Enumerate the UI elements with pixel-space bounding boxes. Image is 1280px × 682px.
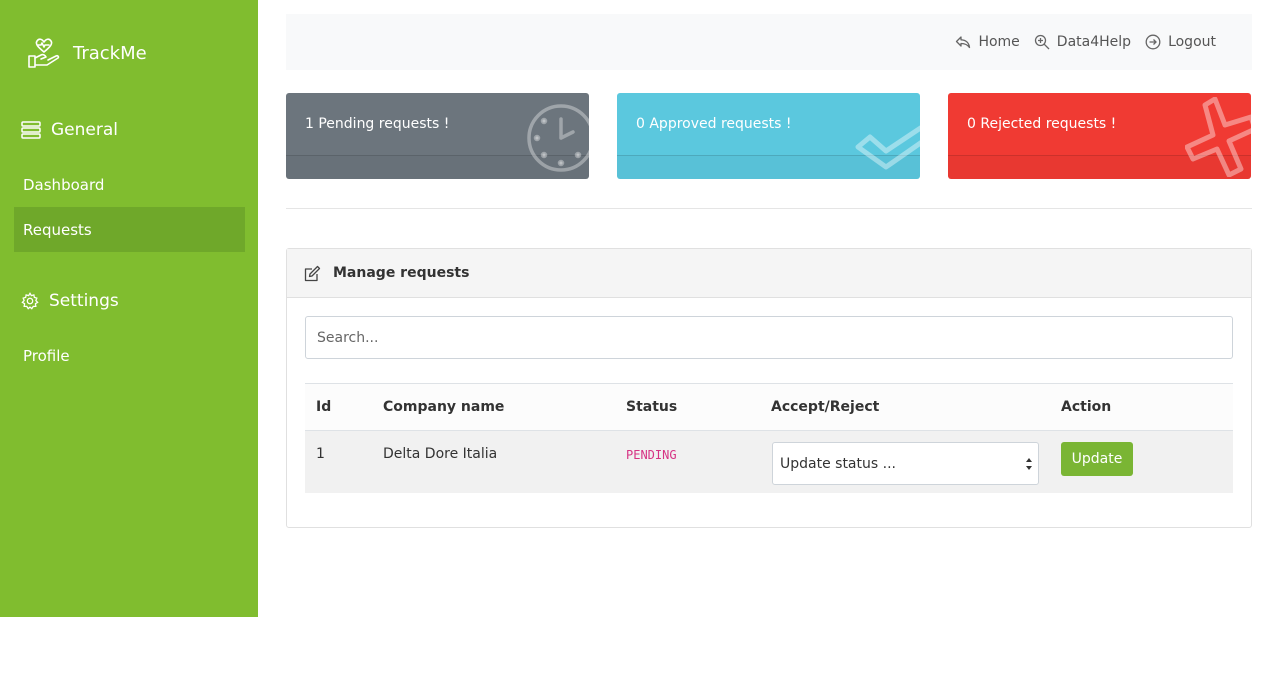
pending-requests-text: 1 Pending requests ! <box>305 116 450 132</box>
sidebar: TrackMe General Dashboard Requests Setti… <box>0 0 258 617</box>
card-title: Manage requests <box>333 265 470 281</box>
top-nav: Home Data4Help Logout <box>955 14 1216 70</box>
column-header-status: Status <box>626 399 678 415</box>
rejected-requests-card[interactable]: 0 Rejected requests ! <box>948 93 1251 179</box>
brand[interactable]: TrackMe <box>27 36 147 70</box>
cell-id: 1 <box>316 446 325 462</box>
sidebar-section-general: General <box>21 120 118 140</box>
checkmark-icon <box>855 125 920 170</box>
sidebar-section-general-label: General <box>51 120 118 140</box>
column-header-id: Id <box>316 399 332 415</box>
sidebar-item-label: Dashboard <box>23 175 105 194</box>
card-header: Manage requests <box>287 249 1251 298</box>
layers-icon <box>21 121 41 139</box>
logout-circle-arrow-icon <box>1145 34 1161 50</box>
zoom-in-icon <box>1034 34 1050 50</box>
search-input[interactable] <box>305 316 1233 359</box>
status-select[interactable]: Update status ... <box>772 442 1039 485</box>
nav-home[interactable]: Home <box>955 34 1020 50</box>
column-header-accept-reject: Accept/Reject <box>771 399 880 415</box>
cell-company-name: Delta Dore Italia <box>383 446 498 462</box>
sidebar-item-profile[interactable]: Profile <box>14 333 245 378</box>
column-header-action: Action <box>1061 399 1112 415</box>
rejected-requests-text: 0 Rejected requests ! <box>967 116 1117 132</box>
top-navbar: Home Data4Help Logout <box>286 14 1252 70</box>
table-row: 1 Delta Dore Italia PENDING Update statu… <box>305 430 1233 493</box>
cell-status: PENDING <box>626 448 677 462</box>
nav-data4help[interactable]: Data4Help <box>1034 34 1131 50</box>
edit-pencil-icon <box>304 265 321 281</box>
nav-logout-label: Logout <box>1168 34 1216 50</box>
select-arrows-icon <box>1026 458 1032 470</box>
gear-icon <box>21 292 39 310</box>
sidebar-item-label: Requests <box>23 220 92 239</box>
sidebar-item-requests[interactable]: Requests <box>14 207 245 252</box>
column-header-company: Company name <box>383 399 505 415</box>
nav-home-label: Home <box>978 34 1020 50</box>
cross-x-icon <box>1185 97 1251 177</box>
approved-requests-card[interactable]: 0 Approved requests ! <box>617 93 920 179</box>
sidebar-section-settings: Settings <box>21 291 119 311</box>
manage-requests-card: Manage requests Id Company name Status A… <box>286 248 1252 528</box>
nav-logout[interactable]: Logout <box>1145 34 1216 50</box>
sidebar-item-label: Profile <box>23 346 70 365</box>
pending-requests-card[interactable]: 1 Pending requests ! <box>286 93 589 179</box>
table-header: Id Company name Status Accept/Reject Act… <box>305 383 1233 430</box>
clock-icon <box>527 104 589 172</box>
update-button[interactable]: Update <box>1061 442 1133 476</box>
reply-arrow-icon <box>956 36 971 49</box>
approved-requests-text: 0 Approved requests ! <box>636 116 792 132</box>
requests-table: Id Company name Status Accept/Reject Act… <box>305 383 1233 493</box>
brand-name: TrackMe <box>73 42 147 64</box>
heart-hand-logo-icon <box>28 38 60 68</box>
section-divider <box>286 208 1252 209</box>
sidebar-item-dashboard[interactable]: Dashboard <box>14 162 245 207</box>
status-select-value: Update status ... <box>780 455 896 472</box>
sidebar-section-settings-label: Settings <box>49 291 119 311</box>
nav-data4help-label: Data4Help <box>1056 34 1132 50</box>
